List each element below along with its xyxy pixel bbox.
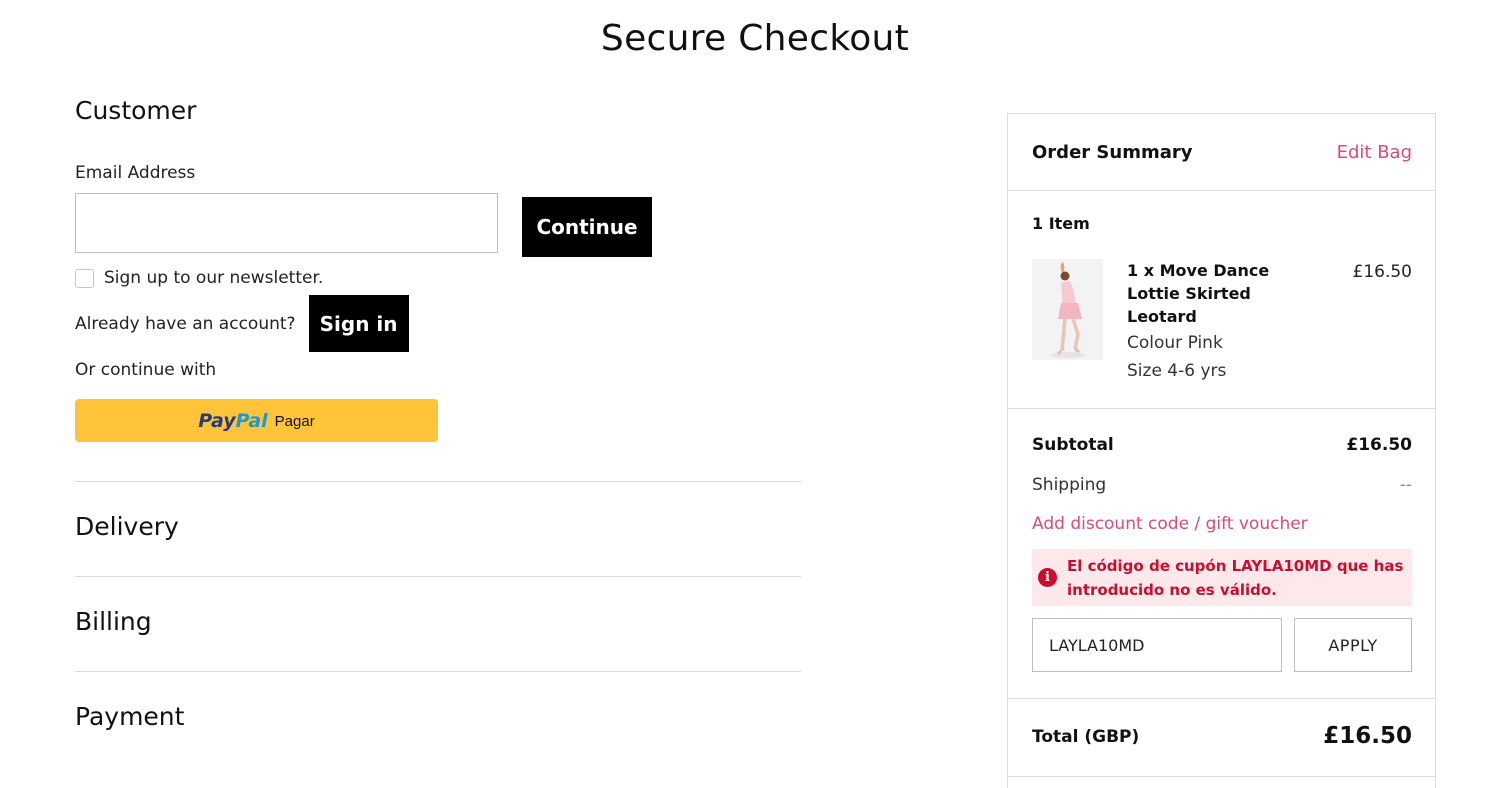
- paypal-logo: PayPal: [198, 410, 267, 432]
- product-image: [1032, 259, 1103, 360]
- order-summary-title: Order Summary: [1032, 142, 1193, 163]
- total-value: £16.50: [1323, 723, 1412, 749]
- section-divider: [75, 481, 801, 482]
- total-label: Total (GBP): [1032, 727, 1140, 747]
- delivery-heading[interactable]: Delivery: [75, 512, 179, 541]
- coupon-error-alert: i El código de cupón LAYLA10MD que has i…: [1032, 549, 1412, 606]
- item-colour: Colour Pink: [1127, 333, 1223, 353]
- newsletter-checkbox[interactable]: [75, 268, 94, 288]
- subtotal-value: £16.50: [1346, 435, 1412, 455]
- paypal-button[interactable]: PayPal Pagar: [75, 399, 438, 442]
- billing-heading[interactable]: Billing: [75, 607, 152, 636]
- dancer-image: [1032, 259, 1103, 360]
- email-field[interactable]: [75, 193, 498, 253]
- item-count: 1 Item: [1032, 214, 1090, 233]
- newsletter-option[interactable]: Sign up to our newsletter.: [75, 268, 323, 288]
- sign-in-button[interactable]: Sign in: [308, 295, 409, 352]
- discount-code-input[interactable]: [1032, 618, 1282, 672]
- paypal-label: Pagar: [274, 413, 315, 430]
- order-summary-panel: Order Summary Edit Bag 1 Item 1 x Move D…: [1007, 113, 1436, 788]
- account-row: Already have an account? Sign in: [75, 295, 409, 352]
- subtotal-label: Subtotal: [1032, 435, 1114, 455]
- discount-code-link[interactable]: Add discount code / gift voucher: [1032, 514, 1308, 534]
- email-label: Email Address: [75, 163, 196, 183]
- shipping-label: Shipping: [1032, 475, 1107, 495]
- summary-divider: [1008, 408, 1435, 409]
- paypal-logo-pal: Pal: [235, 409, 268, 432]
- item-name: 1 x Move Dance Lottie Skirted Leotard: [1127, 261, 1270, 326]
- or-continue-text: Or continue with: [75, 360, 217, 380]
- newsletter-label[interactable]: Sign up to our newsletter.: [104, 268, 323, 288]
- item-size: Size 4-6 yrs: [1127, 361, 1227, 381]
- section-divider: [75, 576, 801, 577]
- coupon-error-message: El código de cupón LAYLA10MD que has int…: [1067, 556, 1404, 599]
- summary-divider: [1008, 776, 1435, 777]
- summary-divider: [1008, 698, 1435, 699]
- section-divider: [75, 671, 801, 672]
- edit-bag-link[interactable]: Edit Bag: [1337, 142, 1412, 163]
- customer-heading: Customer: [75, 96, 197, 125]
- info-icon: i: [1038, 568, 1057, 587]
- apply-button[interactable]: APPLY: [1294, 618, 1412, 672]
- shipping-value: --: [1399, 475, 1412, 495]
- payment-heading[interactable]: Payment: [75, 702, 184, 731]
- item-price: £16.50: [1352, 262, 1412, 282]
- summary-divider: [1008, 190, 1435, 191]
- page-title: Secure Checkout: [600, 18, 910, 59]
- continue-button[interactable]: Continue: [522, 197, 652, 257]
- account-prompt: Already have an account?: [75, 313, 296, 334]
- paypal-logo-pay: Pay: [198, 409, 236, 432]
